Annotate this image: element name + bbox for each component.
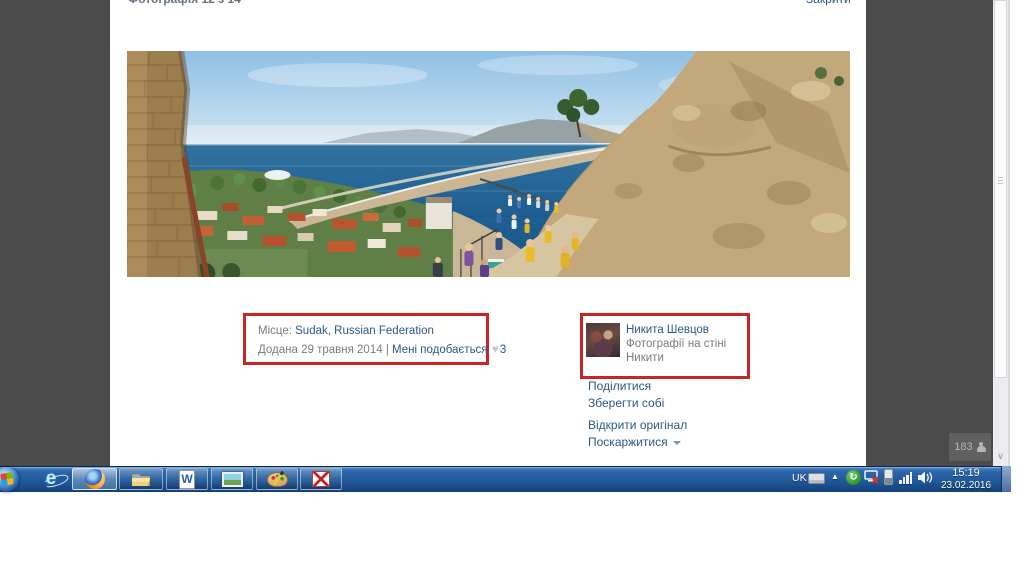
taskbar-item-windows-explorer[interactable] [119,468,163,490]
separator: | [386,344,389,356]
photo-image [127,51,850,277]
keyboard-icon[interactable] [808,473,825,484]
report-label: Поскаржитися [588,435,668,449]
photo-counter: Фотографія 12 з 14 [128,0,241,6]
photo-source-line1: Фотографії на стіні [626,338,726,350]
place-link[interactable]: Sudak, Russian Federation [295,325,434,337]
place-label: Місце: [258,325,292,337]
internet-explorer-icon: e [46,469,57,489]
network-error-icon[interactable] [864,470,880,485]
paint-brush-icon [272,470,284,485]
sync-icon[interactable]: ↻ [846,470,861,485]
taskbar-item-picture-manager[interactable] [300,468,342,490]
firefox-icon [85,469,105,489]
scrollbar-thumb[interactable] [994,0,1007,378]
phone-icon[interactable] [884,469,893,485]
signal-bars-icon[interactable] [899,471,914,484]
heart-icon: ♥ [491,342,500,356]
paint-icon [267,472,288,487]
chevron-down-icon [673,441,681,445]
desktop-screen: Фотографія 12 з 14 Закрити [0,0,1023,575]
show-desktop-button[interactable] [1001,466,1011,492]
photo-viewer-icon [222,472,243,487]
like-link[interactable]: Мені подобається [392,344,488,356]
avatar[interactable] [586,323,620,357]
taskbar-item-word[interactable]: W [166,468,208,490]
taskbar-item-photo-viewer[interactable] [211,468,253,490]
photo-source-line2: Никити [626,352,664,364]
annotation-rect-author: Никита Шевцов Фотографії на стіні Никити [580,313,750,379]
place-line: Місце: Sudak, Russian Federation [258,325,434,337]
author-name-link[interactable]: Никита Шевцов [626,324,709,336]
save-link[interactable]: Зберегти собі [588,396,664,410]
photo[interactable] [127,51,850,277]
share-link[interactable]: Поділитися [588,379,651,393]
scrollbar-down-arrow[interactable]: ∨ [993,449,1008,463]
window-right-edge [1008,0,1010,466]
clock-time: 15:19 [936,467,996,480]
online-viewers-badge[interactable]: 183 [949,433,991,461]
tray-clock[interactable]: 15:19 23.02.2016 [936,467,996,491]
taskbar-item-internet-explorer[interactable]: e [36,468,66,490]
word-icon: W [179,470,195,489]
picture-manager-icon [312,471,330,487]
like-count[interactable]: 3 [500,344,506,356]
open-original-link[interactable]: Відкрити оригінал [588,418,687,432]
added-date: Додана 29 травня 2014 [258,344,383,356]
volume-icon[interactable] [917,470,933,485]
windows-explorer-icon [130,470,152,488]
photobox-dim-overlay-right[interactable] [866,0,993,466]
show-hidden-icons-arrow[interactable]: ▲ [831,472,839,481]
report-link[interactable]: Поскаржитися [588,435,681,449]
clock-date: 23.02.2016 [936,480,996,491]
person-icon [977,442,986,453]
photobox-dim-overlay-left[interactable] [0,0,110,466]
taskbar-item-firefox[interactable] [72,468,117,490]
annotation-rect-meta: Місце: Sudak, Russian Federation Додана … [243,313,489,365]
online-count: 183 [954,441,972,453]
scrollbar-track[interactable]: ∨ [993,0,1008,466]
taskbar-item-paint[interactable] [256,468,298,490]
added-line: Додана 29 травня 2014 | Мені подобається… [258,342,506,356]
scrollbar-grip [998,177,1003,185]
language-indicator[interactable]: UK [792,472,807,484]
close-link[interactable]: Закрити [806,0,851,6]
